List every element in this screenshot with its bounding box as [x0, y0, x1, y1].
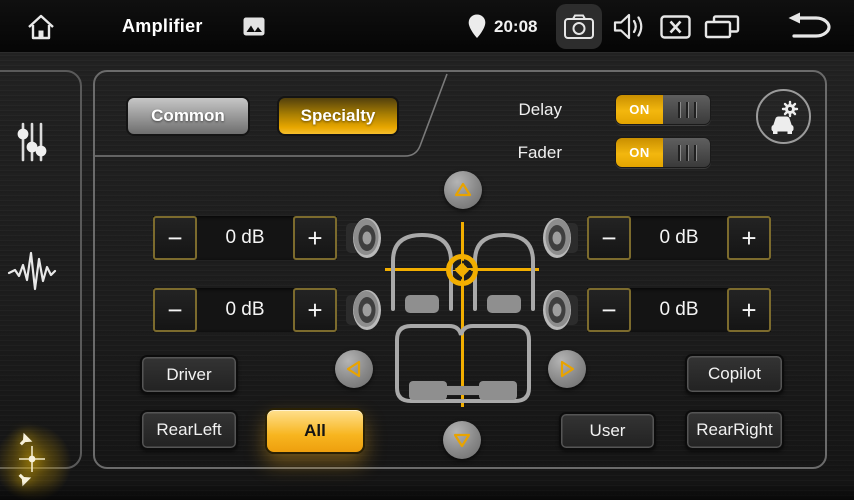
preset-all-button[interactable]: All [265, 408, 365, 454]
arrow-up-icon [452, 179, 474, 201]
gain-rear-right-increase-button[interactable]: + [727, 288, 771, 332]
gain-front-left-decrease-button[interactable]: − [153, 216, 197, 260]
preset-rearleft-button[interactable]: RearLeft [140, 410, 238, 450]
gain-rear-right-value: 0 dB [631, 299, 727, 321]
gain-front-right: − 0 dB + [587, 216, 771, 260]
arrow-left-icon [343, 358, 365, 380]
delay-toggle-grip [663, 95, 710, 124]
speaker-front-left-icon [342, 213, 384, 263]
speaker-rear-right-icon [540, 285, 582, 335]
delay-label: Delay [462, 100, 562, 120]
balance-right-button[interactable] [548, 350, 586, 388]
sidebar [0, 70, 82, 469]
fader-toggle[interactable]: ON [615, 137, 711, 168]
status-bar: Amplifier 20:08 [0, 0, 854, 53]
speaker-rear-left-icon [342, 285, 384, 335]
gain-front-left-value: 0 dB [197, 227, 293, 249]
preset-rearright-button[interactable]: RearRight [685, 410, 784, 450]
waveform-icon [7, 247, 57, 293]
recent-apps-icon[interactable] [704, 15, 740, 39]
gain-rear-left-increase-button[interactable]: + [293, 288, 337, 332]
gain-front-right-value: 0 dB [631, 227, 727, 249]
arrow-right-icon [556, 358, 578, 380]
fader-front-button[interactable] [444, 171, 482, 209]
sidebar-item-fader-balance[interactable] [0, 430, 84, 488]
gain-rear-right-decrease-button[interactable]: − [587, 288, 631, 332]
page-title: Amplifier [122, 0, 203, 53]
volume-icon[interactable] [613, 13, 645, 40]
tab-specialty[interactable]: Specialty [277, 96, 399, 136]
car-settings-button[interactable] [756, 89, 811, 144]
delay-toggle-state: ON [616, 95, 663, 124]
preset-copilot-button[interactable]: Copilot [685, 354, 784, 394]
gain-front-left-increase-button[interactable]: + [293, 216, 337, 260]
arrow-down-icon [451, 429, 473, 451]
gain-front-right-decrease-button[interactable]: − [587, 216, 631, 260]
head-unit-screen: Amplifier 20:08 [0, 0, 854, 500]
balance-target[interactable] [440, 248, 484, 292]
gain-front-right-increase-button[interactable]: + [727, 216, 771, 260]
gain-front-left: − 0 dB + [153, 216, 337, 260]
camera-icon[interactable] [556, 4, 602, 49]
fader-label: Fader [462, 143, 562, 163]
amplifier-panel: Common Specialty Delay ON Fader ON [93, 70, 827, 469]
sidebar-item-equalizer[interactable] [0, 120, 84, 164]
gain-rear-left-decrease-button[interactable]: − [153, 288, 197, 332]
home-icon[interactable] [26, 12, 56, 42]
gallery-icon[interactable] [243, 17, 265, 36]
tab-common[interactable]: Common [126, 96, 250, 136]
balance-left-button[interactable] [335, 350, 373, 388]
gain-rear-right: − 0 dB + [587, 288, 771, 332]
fader-toggle-grip [663, 138, 710, 167]
gain-rear-left: − 0 dB + [153, 288, 337, 332]
gain-rear-left-value: 0 dB [197, 299, 293, 321]
close-app-icon[interactable] [660, 15, 691, 39]
fader-rear-button[interactable] [443, 421, 481, 459]
delay-toggle[interactable]: ON [615, 94, 711, 125]
fader-balance-icon [3, 430, 61, 488]
speaker-front-right-icon [540, 213, 582, 263]
sidebar-item-sound-effect[interactable] [0, 247, 84, 293]
back-icon[interactable] [786, 12, 832, 42]
car-gear-icon [766, 99, 802, 135]
fader-toggle-state: ON [616, 138, 663, 167]
equalizer-icon [11, 120, 53, 164]
preset-user-button[interactable]: User [559, 412, 656, 450]
clock: 20:08 [494, 0, 537, 53]
location-pin-icon [468, 14, 486, 39]
preset-driver-button[interactable]: Driver [140, 355, 238, 394]
